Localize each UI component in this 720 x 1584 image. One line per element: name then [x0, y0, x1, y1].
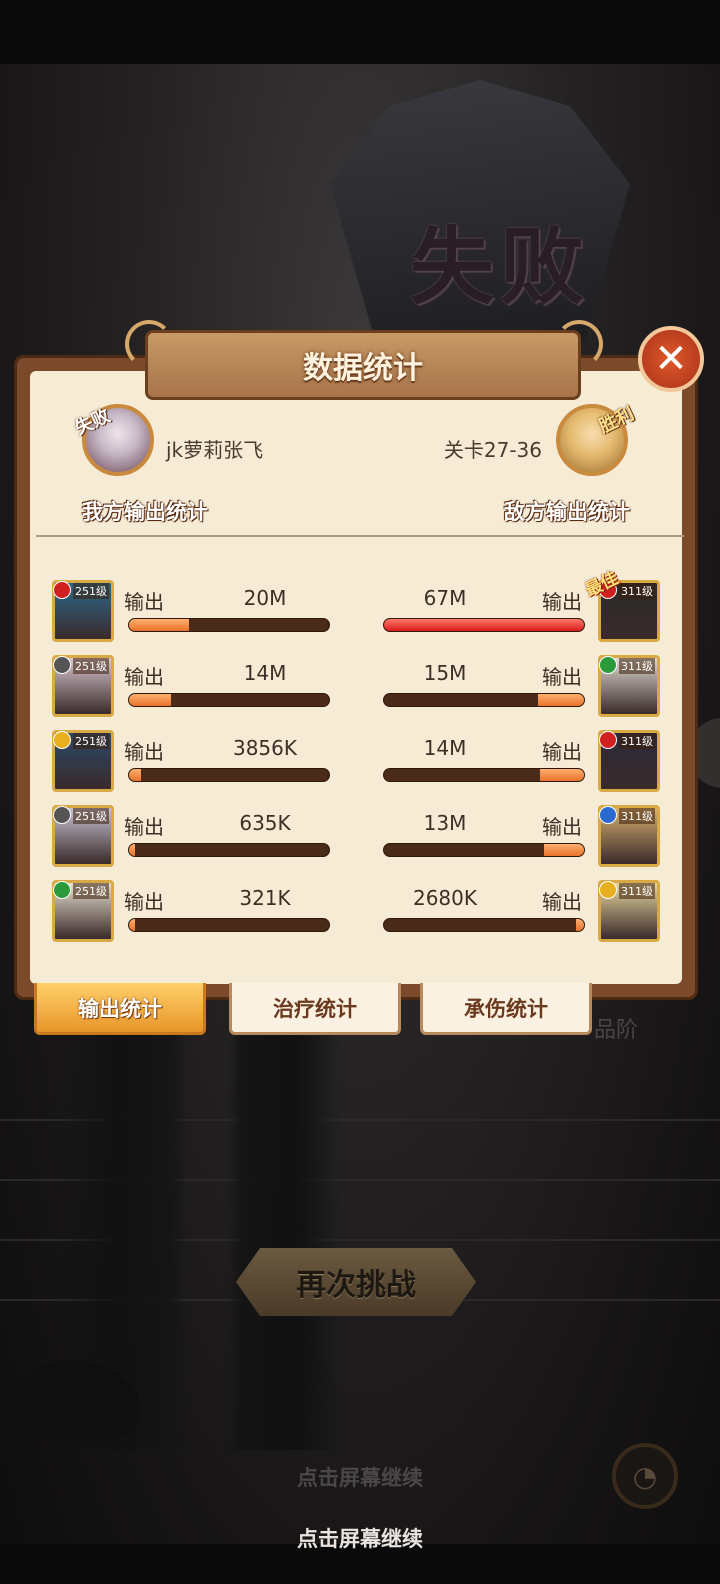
enemy-hero-icon[interactable]: 311级	[598, 805, 660, 867]
enemy-output-fill	[538, 694, 584, 706]
panel-title: 数据统计	[303, 351, 423, 386]
faction-icon	[599, 881, 617, 899]
output-label: 输出	[124, 665, 164, 689]
output-row: 251级 输出 3856K 14M 输出 311级	[0, 728, 720, 798]
faction-icon	[599, 656, 617, 674]
enemy-output-bar	[383, 693, 585, 707]
output-label: 输出	[124, 590, 164, 614]
ally-output-fill	[129, 619, 189, 631]
stage-name: 关卡27-36	[443, 438, 542, 462]
enemy-output-value: 2680K	[412, 886, 477, 910]
close-button[interactable]: ✕	[638, 326, 704, 392]
ally-hero-icon[interactable]: 251级	[52, 805, 114, 867]
output-label: 输出	[124, 890, 164, 914]
hero-level: 311级	[619, 583, 655, 599]
hero-level: 311级	[619, 883, 655, 899]
enemy-output-fill	[576, 919, 584, 931]
retry-button[interactable]: 再次挑战	[236, 1248, 476, 1316]
enemy-output-fill	[544, 844, 584, 856]
ally-output-bar	[128, 918, 330, 932]
hero-level: 311级	[619, 808, 655, 824]
ally-output-value: 14M	[243, 661, 287, 685]
enemy-output-fill	[540, 769, 584, 781]
ally-hero-icon[interactable]: 251级	[52, 880, 114, 942]
output-label: 输出	[124, 740, 164, 764]
retry-label: 再次挑战	[296, 1268, 416, 1303]
enemy-output-value: 14M	[423, 736, 467, 760]
ally-output-value: 321K	[239, 886, 291, 910]
clock-icon: ◔	[632, 1459, 658, 1493]
faction-icon	[599, 731, 617, 749]
enemy-output-bar	[383, 768, 585, 782]
enemy-output-value: 15M	[423, 661, 467, 685]
enemy-section-title: 敌方输出统计	[504, 500, 630, 524]
output-label: 输出	[124, 815, 164, 839]
enemy-output-bar	[383, 918, 585, 932]
output-label: 输出	[542, 740, 582, 764]
faction-icon	[53, 731, 71, 749]
ally-output-value: 20M	[243, 586, 287, 610]
enemy-hero-icon[interactable]: 311级	[598, 880, 660, 942]
close-icon: ✕	[654, 336, 688, 382]
hero-level: 311级	[619, 658, 655, 674]
faction-icon	[599, 806, 617, 824]
ally-output-value: 3856K	[232, 736, 297, 760]
faction-icon	[53, 806, 71, 824]
defeat-title: 失败	[410, 217, 591, 316]
tab-damage-taken[interactable]: 承伤统计	[420, 983, 592, 1035]
output-row: 251级 输出 321K 2680K 输出 311级	[0, 878, 720, 948]
panel-title-banner: 数据统计	[145, 330, 581, 400]
enemy-output-fill	[384, 619, 584, 631]
tab-healing[interactable]: 治疗统计	[229, 983, 401, 1035]
output-row: 251级 输出 14M 15M 输出 311级	[0, 653, 720, 723]
grade-text: 品阶	[594, 1018, 639, 1043]
ally-output-fill	[129, 844, 135, 856]
panel-divider	[36, 535, 684, 537]
hero-level: 311级	[619, 733, 655, 749]
hero-level: 251级	[73, 883, 109, 899]
ally-output-fill	[129, 919, 135, 931]
ally-output-bar	[128, 768, 330, 782]
hero-level: 251级	[73, 808, 109, 824]
output-label: 输出	[542, 665, 582, 689]
output-row: 251级 输出 635K 13M 输出 311级	[0, 803, 720, 873]
enemy-hero-icon[interactable]: 311级	[598, 730, 660, 792]
enemy-output-bar	[383, 843, 585, 857]
ally-output-fill	[129, 694, 171, 706]
ally-hero-icon[interactable]: 251级	[52, 730, 114, 792]
faction-icon	[53, 581, 71, 599]
output-label: 输出	[542, 590, 582, 614]
ally-output-bar	[128, 843, 330, 857]
enemy-hero-icon[interactable]: 311级	[598, 655, 660, 717]
hero-level: 251级	[73, 733, 109, 749]
enemy-output-value: 67M	[423, 586, 467, 610]
enemy-output-value: 13M	[423, 811, 467, 835]
ally-output-bar	[128, 693, 330, 707]
ally-output-value: 635K	[239, 811, 291, 835]
ally-output-bar	[128, 618, 330, 632]
ally-hero-icon[interactable]: 251级	[52, 655, 114, 717]
output-label: 输出	[542, 815, 582, 839]
enemy-output-bar	[383, 618, 585, 632]
output-label: 输出	[542, 890, 582, 914]
output-row: 251级 输出 20M 67M 输出 311级 最佳	[0, 569, 720, 648]
hero-level: 251级	[73, 583, 109, 599]
ally-output-fill	[129, 769, 141, 781]
ally-section-title: 我方输出统计	[82, 500, 208, 524]
faction-icon	[53, 656, 71, 674]
hero-level: 251级	[73, 658, 109, 674]
ally-hero-icon[interactable]: 251级	[52, 580, 114, 642]
continue-hint[interactable]: 点击屏幕继续	[0, 1523, 720, 1553]
tab-output[interactable]: 输出统计	[34, 983, 206, 1035]
speed-clock-button[interactable]: ◔	[612, 1443, 678, 1509]
faction-icon	[53, 881, 71, 899]
player-name: jk萝莉张飞	[166, 438, 264, 462]
